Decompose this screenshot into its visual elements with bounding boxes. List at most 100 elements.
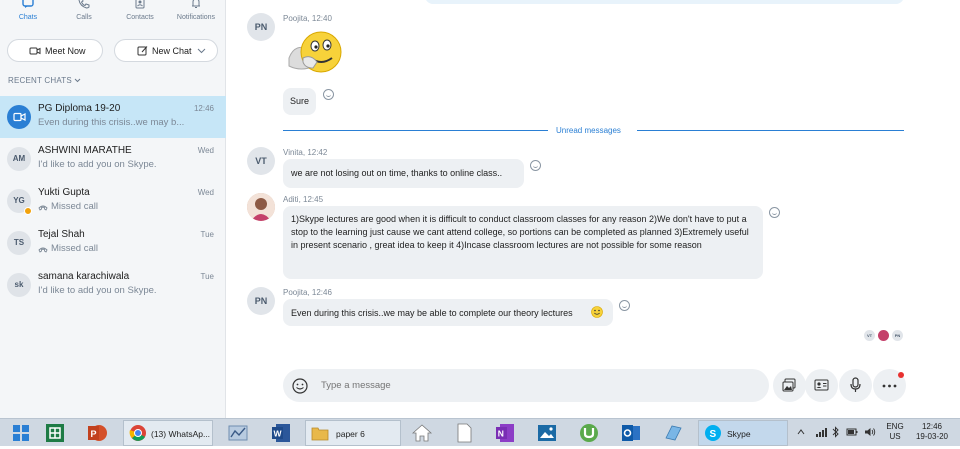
notification-dot	[898, 372, 904, 378]
taskbar-utorrent[interactable]	[578, 422, 602, 444]
chat-date: Tue	[200, 230, 215, 239]
meet-now-button[interactable]: Meet Now	[7, 39, 103, 62]
avatar: VT	[247, 147, 275, 175]
message-meta: Poojita, 12:40	[283, 14, 332, 23]
clock-time: 12:46	[921, 422, 943, 431]
message-meta: Poojita, 12:46	[283, 288, 332, 297]
read-receipt: PN	[892, 330, 903, 341]
message-bubble[interactable]: 1)Skype lectures are good when it is dif…	[283, 206, 763, 279]
video-call-icon	[13, 112, 26, 122]
more-options-button[interactable]	[873, 369, 906, 402]
taskbar-powerpoint[interactable]: P	[86, 422, 110, 444]
emoji-icon[interactable]	[292, 378, 308, 394]
chat-date: 12:46	[193, 104, 214, 113]
message-bubble[interactable]: Even during this crisis..we may be able …	[283, 299, 613, 326]
react-emoji-icon[interactable]	[323, 89, 334, 100]
start-button[interactable]	[10, 422, 34, 444]
microphone-icon	[850, 377, 861, 392]
chat-name: Yukti Gupta	[38, 187, 90, 198]
message-meta: Vinita, 12:42	[283, 148, 328, 157]
nav-notifications[interactable]: Notifications	[168, 0, 224, 30]
chat-preview: Missed call	[51, 201, 98, 212]
smile-emoji-icon	[591, 306, 603, 318]
react-emoji-icon[interactable]	[769, 207, 780, 218]
message-input[interactable]	[321, 377, 751, 394]
chevron-down-icon[interactable]	[197, 48, 206, 54]
utorrent-icon	[580, 424, 598, 442]
emoticon-sticker	[288, 31, 342, 73]
taskbar-app-blue[interactable]	[662, 422, 686, 444]
home-icon	[411, 424, 433, 442]
taskbar-task-label: (13) WhatsAp...	[151, 429, 211, 439]
taskbar-outlook[interactable]	[620, 422, 644, 444]
person-photo	[247, 193, 275, 221]
voice-message-button[interactable]	[839, 369, 872, 402]
chat-preview: I'd like to add you on Skype.	[38, 159, 157, 170]
chrome-icon	[129, 425, 146, 441]
message-composer	[283, 369, 769, 402]
windows-taskbar: P (13) WhatsAp... W paper 6 N S Skype EN…	[0, 418, 960, 446]
unread-messages-label: Unread messages	[556, 126, 621, 135]
taskbar-onenote[interactable]: N	[494, 422, 518, 444]
bell-icon	[192, 0, 200, 8]
chat-preview: I'd like to add you on Skype.	[38, 285, 157, 296]
volume-icon[interactable]	[864, 427, 876, 437]
chat-date: Tue	[200, 272, 215, 281]
taskbar-folder-paper[interactable]: paper 6	[305, 420, 401, 446]
contact-card-button[interactable]	[805, 369, 838, 402]
status-dot	[24, 207, 32, 215]
network-signal-icon[interactable]	[815, 427, 827, 437]
folder-icon	[311, 427, 329, 441]
taskbar-app[interactable]	[227, 422, 251, 444]
new-chat-button[interactable]: New Chat	[114, 39, 218, 62]
chat-preview: Missed call	[51, 243, 98, 254]
photos-icon	[538, 425, 556, 441]
taskbar-excel[interactable]	[44, 422, 68, 444]
clock[interactable]: 12:46 19-03-20	[910, 422, 954, 442]
nav-contacts[interactable]: Contacts	[112, 0, 168, 30]
message-bubble[interactable]: Sure	[283, 88, 317, 115]
gallery-button[interactable]	[773, 369, 806, 402]
recent-chats-header[interactable]: RECENT CHATS	[8, 76, 81, 85]
taskbar-document[interactable]	[453, 422, 477, 444]
nav-chats[interactable]: Chats	[0, 0, 56, 30]
bluetooth-icon[interactable]	[832, 426, 840, 438]
chat-item[interactable]: TS Tejal Shah Missed call Tue	[0, 222, 226, 264]
react-emoji-icon[interactable]	[530, 160, 541, 171]
language-indicator[interactable]: ENG US	[884, 422, 906, 442]
avatar-photo	[247, 193, 275, 221]
chat-date: Wed	[197, 146, 214, 155]
app-icon	[665, 425, 682, 441]
chart-app-icon	[228, 425, 248, 441]
chat-item[interactable]: PG Diploma 19-20 Even during this crisis…	[0, 96, 226, 138]
missed-call-icon	[38, 247, 48, 253]
chat-name: samana karachiwala	[38, 271, 130, 282]
language-label: ENG	[886, 422, 904, 431]
show-hidden-icons-icon[interactable]	[797, 429, 805, 435]
taskbar-skype[interactable]: S Skype	[698, 420, 788, 446]
more-icon	[882, 384, 897, 388]
chevron-down-icon	[74, 78, 81, 83]
chat-name: ASHWINI MARATHE	[38, 145, 132, 156]
meet-now-label: Meet Now	[45, 46, 86, 56]
taskbar-home[interactable]	[411, 422, 435, 444]
conversation-pane: PN Poojita, 12:40 Sure Unread messages V…	[227, 0, 960, 418]
chat-item[interactable]: YG Yukti Gupta Missed call Wed	[0, 180, 226, 222]
taskbar-chrome-whatsapp[interactable]: (13) WhatsAp...	[123, 420, 213, 446]
top-nav: Chats Calls Contacts Notifications	[0, 0, 226, 30]
outlook-icon	[622, 425, 640, 441]
battery-icon[interactable]	[846, 427, 858, 437]
chat-name: PG Diploma 19-20	[38, 103, 121, 114]
avatar: sk	[7, 273, 31, 297]
nav-contacts-label: Contacts	[126, 14, 154, 21]
chat-item[interactable]: AM ASHWINI MARATHE I'd like to add you o…	[0, 138, 226, 180]
taskbar-photos[interactable]	[536, 422, 560, 444]
message-bubble[interactable]: we are not losing out on time, thanks to…	[283, 159, 524, 188]
nav-calls[interactable]: Calls	[56, 0, 112, 30]
react-emoji-icon[interactable]	[619, 300, 630, 311]
taskbar-word[interactable]: W	[270, 422, 294, 444]
chat-date: Wed	[197, 188, 214, 197]
chat-item[interactable]: sk samana karachiwala I'd like to add yo…	[0, 264, 226, 306]
skype-icon: S	[705, 425, 721, 441]
image-gallery-icon	[782, 378, 796, 392]
